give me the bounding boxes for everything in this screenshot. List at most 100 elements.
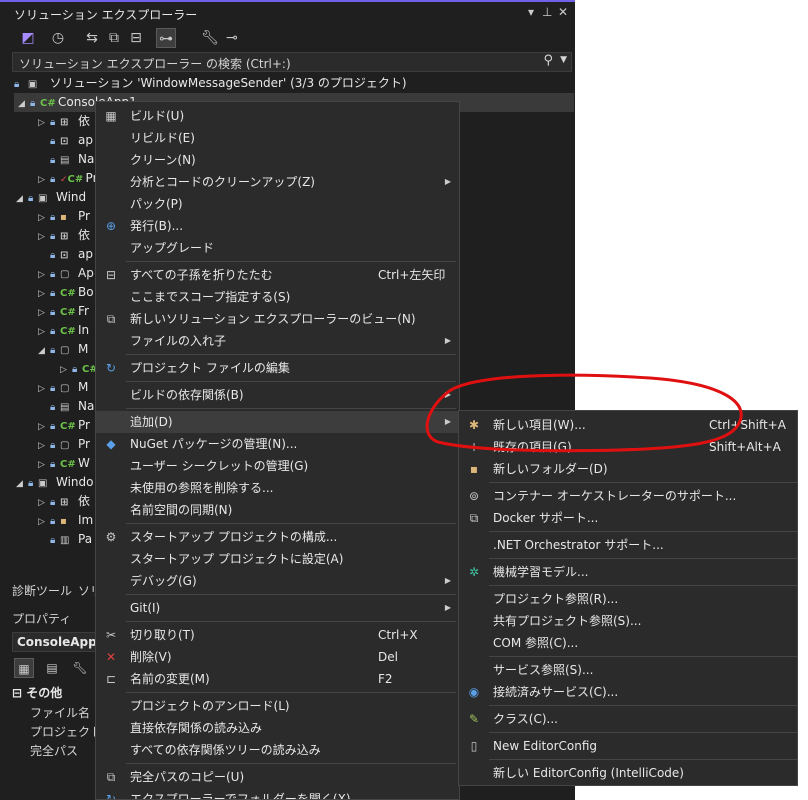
menu-item[interactable]: ▦ ビルド(U)	[96, 105, 459, 127]
tree-item[interactable]: ▷ 🔒︎ ▪ Im	[38, 511, 93, 530]
menu-item[interactable]: 直接依存関係の読み込み	[96, 717, 459, 739]
menu-item[interactable]: 分析とコードのクリーンアップ(Z) ▶	[96, 171, 459, 193]
menu-item[interactable]: 未使用の参照を削除する...	[96, 477, 459, 499]
expanded-arrow-icon[interactable]: ◢	[18, 95, 30, 114]
properties-icon[interactable]: 🔧︎	[200, 28, 220, 48]
tree-item[interactable]: ▷ 🔒︎ ⊞ 依	[38, 492, 90, 511]
menu-item[interactable]: ◆ NuGet パッケージの管理(N)...	[96, 433, 459, 455]
menu-item[interactable]: ファイルの入れ子 ▶	[96, 330, 459, 352]
expanded-arrow-icon[interactable]: ◢	[38, 342, 50, 361]
preview-icon[interactable]: ⊸	[222, 28, 242, 48]
tree-item[interactable]: 🔒︎ ▤ Na	[38, 397, 94, 416]
tree-item[interactable]: 🔒︎ ▤ Na	[38, 150, 94, 169]
menu-item[interactable]: ⊚ コンテナー オーケストレーターのサポート...	[459, 485, 797, 507]
menu-item[interactable]: ✂ 切り取り(T) Ctrl+X	[96, 624, 459, 646]
menu-item[interactable]: ユーザー シークレットの管理(G)	[96, 455, 459, 477]
menu-item[interactable]: 共有プロジェクト参照(S)...	[459, 610, 797, 632]
tree-item[interactable]: 🔒︎ ▥ Pa	[38, 530, 92, 549]
expanded-arrow-icon[interactable]: ◢	[16, 190, 28, 209]
pending-changes-icon[interactable]: ⧉	[104, 28, 124, 48]
menu-item[interactable]: ⧉ Docker サポート...	[459, 507, 797, 529]
menu-item[interactable]: ↻ エクスプローラーでフォルダーを開く(X)	[96, 788, 459, 799]
tree-item[interactable]: ◢ 🔒︎ ▢ M	[38, 340, 88, 359]
close-icon[interactable]: ✕	[558, 5, 568, 19]
tree-item[interactable]: ▷ 🔒︎ C# Bo	[38, 283, 94, 302]
submenu-arrow-icon: ▶	[444, 177, 451, 186]
expanded-arrow-icon[interactable]: ◢	[16, 475, 28, 494]
tree-item[interactable]: ▷ 🔒︎ C# In	[38, 321, 89, 340]
tree-item[interactable]: ▷ 🔒︎ ▢ M	[38, 378, 88, 397]
menu-item[interactable]: すべての依存関係ツリーの読み込み	[96, 739, 459, 761]
properties-category[interactable]: ⊟ その他	[12, 684, 62, 701]
menu-item[interactable]: .NET Orchestrator サポート...	[459, 534, 797, 556]
pane-options-icon[interactable]: ▾	[528, 5, 534, 19]
history-icon[interactable]: ◷	[48, 28, 68, 48]
menu-item[interactable]: ⊕ 発行(B)...	[96, 215, 459, 237]
solution-row[interactable]: 🔒︎ ▣ ソリューション 'WindowMessageSender' (3/3 …	[14, 74, 407, 93]
vs-icon[interactable]: ◩	[18, 28, 38, 48]
properties-object-selector[interactable]: ConsoleApp1	[12, 632, 105, 652]
categorized-icon[interactable]: ▦	[14, 658, 34, 678]
tree-item[interactable]: 🔒︎ ⊡ ap	[38, 245, 93, 264]
menu-item[interactable]: クリーン(N)	[96, 149, 459, 171]
tree-item[interactable]: ▷ 🔒︎ C# Pr	[38, 416, 90, 435]
menu-item[interactable]: ⊟ すべての子孫を折りたたむ Ctrl+左矢印	[96, 264, 459, 286]
menu-item[interactable]: サービス参照(S)...	[459, 659, 797, 681]
collapse-all-icon[interactable]: ⊟	[126, 28, 146, 48]
tree-item[interactable]: ▷ 🔒︎ C# W	[38, 454, 90, 473]
tree-item[interactable]: ▷ 🔒︎ ▪ Pr	[38, 207, 90, 226]
show-all-files-icon[interactable]: ⊶	[156, 28, 176, 48]
menu-item[interactable]: ⧉ 新しいソリューション エクスプローラーのビュー(N)	[96, 308, 459, 330]
menu-item-label: コンテナー オーケストレーターのサポート...	[493, 489, 737, 503]
menu-item[interactable]: ✱ 新しい項目(W)... Ctrl+Shift+A	[459, 414, 797, 436]
menu-item[interactable]: ▯ New EditorConfig	[459, 735, 797, 757]
menu-item[interactable]: ビルドの依存関係(B) ▶	[96, 384, 459, 406]
alphabetical-icon[interactable]: ▤	[42, 658, 62, 678]
tree-item[interactable]: ◢ 🔒︎ ▣ Wind	[16, 188, 86, 207]
menu-item[interactable]: ✲ 機械学習モデル...	[459, 561, 797, 583]
tree-item[interactable]: ◢ 🔒︎ ▣ Windo	[16, 473, 94, 492]
menu-item[interactable]: プロジェクト参照(R)...	[459, 588, 797, 610]
chevron-down-icon[interactable]: ▼	[560, 55, 567, 65]
tree-item[interactable]: 🔒︎ ⊡ ap	[38, 131, 93, 150]
menu-item[interactable]: ⚙ スタートアップ プロジェクトの構成...	[96, 526, 459, 548]
tree-item[interactable]: ▷ 🔒︎ ⊞ 依	[38, 226, 90, 245]
menu-item[interactable]: ◉ 接続済みサービス(C)...	[459, 681, 797, 703]
property-row[interactable]: ファイル名	[30, 704, 90, 721]
tree-item[interactable]: ▷ 🔒︎ C# Fr	[38, 302, 89, 321]
menu-item[interactable]: ⊏ 名前の変更(M) F2	[96, 668, 459, 690]
lock-icon: 🔒︎	[50, 231, 56, 242]
menu-item[interactable]: デバッグ(G) ▶	[96, 570, 459, 592]
tree-item[interactable]: ▷ 🔒︎ C#	[60, 359, 100, 378]
menu-item[interactable]: ✕ 削除(V) Del	[96, 646, 459, 668]
menu-item[interactable]: ▪ 新しいフォルダー(D)	[459, 458, 797, 480]
menu-item[interactable]: 新しい EditorConfig (IntelliCode)	[459, 762, 797, 784]
search-box[interactable]: ソリューション エクスプローラー の検索 (Ctrl+:) ⚲ ▼	[12, 52, 572, 72]
property-pages-icon[interactable]: 🔧︎	[70, 658, 90, 678]
menu-item[interactable]: ✎ クラス(C)...	[459, 708, 797, 730]
tree-item[interactable]: ▷ 🔒︎ ⊞ 依	[38, 112, 90, 131]
search-icon[interactable]: ⚲	[543, 53, 553, 68]
menu-item-label: Docker サポート...	[493, 511, 599, 525]
menu-item[interactable]: プロジェクトのアンロード(L)	[96, 695, 459, 717]
tree-item[interactable]: ▷ 🔒︎ ▢ Pr	[38, 435, 90, 454]
menu-item[interactable]: + 既存の項目(G)... Shift+Alt+A	[459, 436, 797, 458]
menu-item[interactable]: ⧉ 完全パスのコピー(U)	[96, 766, 459, 788]
menu-item[interactable]: ここまでスコープ指定する(S)	[96, 286, 459, 308]
menu-item[interactable]: パック(P)	[96, 193, 459, 215]
pin-icon[interactable]: ⊥	[542, 5, 552, 19]
tab-diagnostic-tools[interactable]: 診断ツール	[12, 582, 72, 602]
property-row[interactable]: 完全パス	[30, 742, 78, 759]
menu-item[interactable]: ↻ プロジェクト ファイルの編集	[96, 357, 459, 379]
menu-item[interactable]: COM 参照(C)...	[459, 632, 797, 654]
tree-item[interactable]: ▷ 🔒︎ ▢ Ap	[38, 264, 94, 283]
menu-item[interactable]: Git(I) ▶	[96, 597, 459, 619]
category-collapse-icon[interactable]: ⊟	[12, 686, 26, 700]
tree-item[interactable]: ▷ 🔒︎ ✓C# Pr	[38, 169, 98, 188]
menu-item[interactable]: 名前空間の同期(N)	[96, 499, 459, 521]
menu-item[interactable]: リビルド(E)	[96, 127, 459, 149]
menu-item[interactable]: 追加(D) ▶	[96, 411, 459, 433]
menu-item[interactable]: スタートアップ プロジェクトに設定(A)	[96, 548, 459, 570]
menu-item[interactable]: アップグレード	[96, 237, 459, 259]
sync-icon[interactable]: ⇆	[82, 28, 102, 48]
